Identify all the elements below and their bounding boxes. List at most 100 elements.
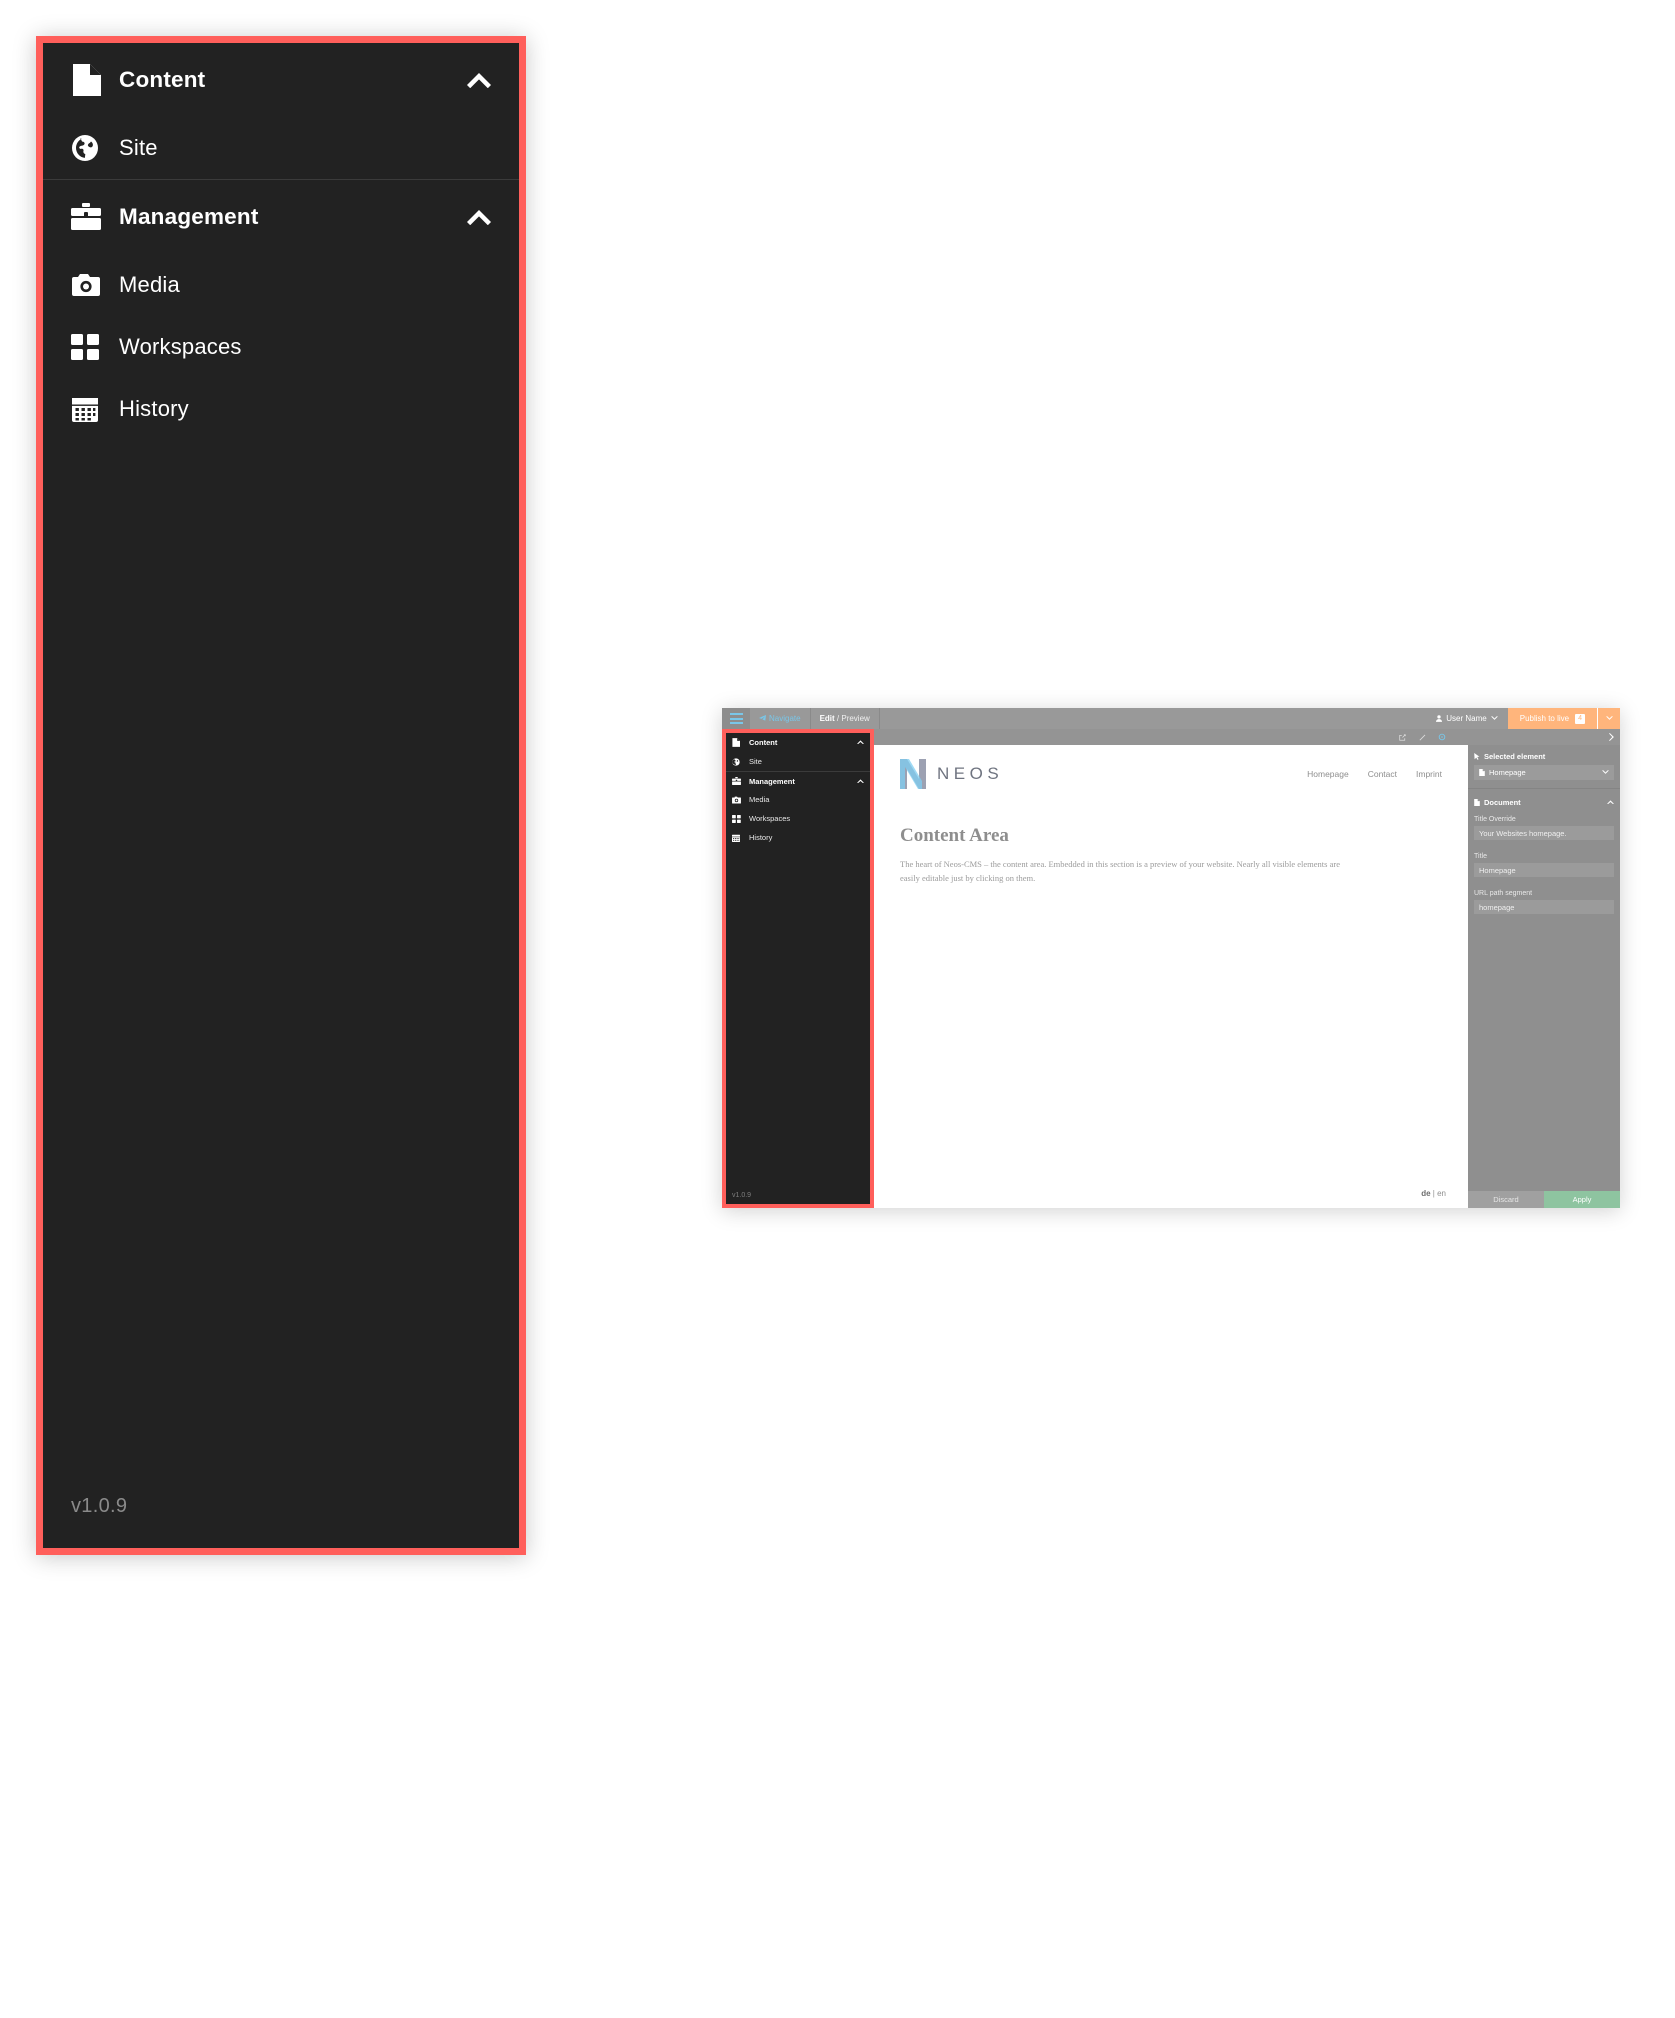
sidebar-item-site[interactable]: Site <box>43 117 519 179</box>
chevron-up-icon[interactable] <box>465 72 493 88</box>
mini-sidebar-empty-space <box>726 847 870 1192</box>
highlighted-sidebar-panel: Content Site Management Media Workspaces… <box>36 36 526 1555</box>
globe-icon <box>732 757 746 766</box>
neos-top-toolbar: Navigate Edit / Preview User Name Publis… <box>722 708 1620 729</box>
publish-to-live-button[interactable]: Publish to live 4 <box>1507 708 1597 729</box>
mini-sidebar-item-label: Media <box>749 795 770 804</box>
selected-element-dropdown[interactable]: Homepage <box>1474 765 1614 780</box>
cursor-icon <box>1474 753 1480 760</box>
document-icon <box>1479 769 1485 776</box>
mini-sidebar-header-label: Management <box>749 776 795 786</box>
mini-sidebar-item-workspaces[interactable]: Workspaces <box>726 809 870 828</box>
discard-button[interactable]: Discard <box>1468 1191 1544 1208</box>
publish-count-badge: 4 <box>1575 713 1585 724</box>
nav-item-imprint[interactable]: Imprint <box>1416 769 1442 779</box>
url-path-segment-label: URL path segment <box>1474 890 1533 897</box>
lang-de[interactable]: de <box>1421 1189 1430 1198</box>
chevron-up-icon[interactable] <box>855 778 865 784</box>
sidebar-header-management[interactable]: Management <box>43 180 519 254</box>
grid-icon <box>732 814 746 823</box>
navigate-label: Navigate <box>769 714 801 723</box>
mini-sidebar-item-site[interactable]: Site <box>726 752 870 771</box>
neos-left-sidebar-highlighted: Content Site Management Media Workspaces… <box>722 729 874 1208</box>
document-section-header[interactable]: Document <box>1468 791 1620 811</box>
inspector-spacer <box>1468 840 1620 848</box>
chevron-up-icon[interactable] <box>465 209 493 225</box>
sidebar-item-media[interactable]: Media <box>43 254 519 316</box>
inspector-footer: Discard Apply <box>1468 1191 1620 1208</box>
mini-sidebar-item-label: Workspaces <box>749 814 791 823</box>
calendar-icon <box>732 834 746 842</box>
chevron-down-icon <box>1602 770 1609 774</box>
mini-sidebar-header-management[interactable]: Management <box>726 771 870 790</box>
sidebar-header-content[interactable]: Content <box>43 43 519 117</box>
calendar-icon <box>71 395 111 423</box>
sidebar-item-label: Site <box>119 135 158 160</box>
content-paragraph[interactable]: The heart of Neos-CMS – the content area… <box>900 857 1355 885</box>
sidebar-item-history[interactable]: History <box>43 378 519 440</box>
title-override-label: Title Override <box>1474 816 1516 823</box>
mini-sidebar-item-history[interactable]: History <box>726 828 870 847</box>
document-section-label: Document <box>1484 798 1521 807</box>
site-nav: Homepage Contact Imprint <box>1307 769 1442 779</box>
title-input[interactable]: Homepage <box>1474 863 1614 877</box>
sidebar-item-label: Workspaces <box>119 334 242 359</box>
briefcase-icon <box>732 777 746 785</box>
sidebar-group-content: Content Site <box>43 43 519 179</box>
url-path-segment-input[interactable]: homepage <box>1474 900 1614 914</box>
lang-en[interactable]: en <box>1437 1189 1446 1198</box>
selected-element-header: Selected element <box>1468 745 1620 765</box>
globe-icon <box>71 134 111 162</box>
document-icon <box>71 64 111 96</box>
website-preview-area: NEOS Homepage Contact Imprint Content Ar… <box>874 745 1468 1208</box>
edit-pencil-icon[interactable] <box>1412 729 1432 745</box>
sidebar-item-workspaces[interactable]: Workspaces <box>43 316 519 378</box>
site-logo[interactable]: NEOS <box>900 759 1307 789</box>
site-body: Content Area The heart of Neos-CMS – the… <box>874 789 1468 885</box>
title-label: Title <box>1474 853 1487 860</box>
selected-element-value: Homepage <box>1489 768 1526 777</box>
nav-item-homepage[interactable]: Homepage <box>1307 769 1349 779</box>
content-heading[interactable]: Content Area <box>900 825 1442 847</box>
chevron-down-icon <box>1490 716 1498 720</box>
hamburger-icon[interactable] <box>722 708 750 729</box>
publish-dropdown-chevron-down-icon[interactable] <box>1597 708 1620 729</box>
publish-label: Publish to live <box>1519 714 1570 723</box>
mini-sidebar-version-label: v1.0.9 <box>732 1192 752 1199</box>
chevron-up-icon[interactable] <box>855 740 865 745</box>
selected-element-label: Selected element <box>1484 752 1546 761</box>
paper-plane-icon <box>759 715 766 721</box>
neos-logo-icon <box>900 759 926 789</box>
sidebar-header-label: Content <box>119 67 206 92</box>
sidebar-menu: Content Site Management Media Workspaces… <box>43 43 519 1548</box>
chevron-up-icon <box>1607 800 1614 804</box>
sidebar-version-label: v1.0.9 <box>71 1495 128 1517</box>
camera-icon <box>71 272 111 298</box>
sidebar-item-label: Media <box>119 272 180 297</box>
edit-label: Edit <box>819 714 835 723</box>
chevron-right-icon[interactable] <box>1602 729 1620 745</box>
title-override-input[interactable]: Your Websites homepage. <box>1474 826 1614 840</box>
mini-sidebar-item-label: Site <box>749 757 762 766</box>
sidebar-header-label: Management <box>119 204 259 229</box>
mini-sidebar-header-content[interactable]: Content <box>726 733 870 752</box>
gear-icon[interactable] <box>1432 729 1452 746</box>
user-icon <box>1436 715 1443 722</box>
screenshot-root: Content Site Management Media Workspaces… <box>0 0 1675 2018</box>
apply-button[interactable]: Apply <box>1544 1191 1620 1208</box>
user-menu[interactable]: User Name <box>1426 708 1507 729</box>
preview-label: Preview <box>841 714 870 723</box>
mini-sidebar-item-media[interactable]: Media <box>726 790 870 809</box>
navigate-button[interactable]: Navigate <box>750 708 810 729</box>
document-icon <box>732 738 746 747</box>
external-link-icon[interactable] <box>1392 729 1412 745</box>
document-icon <box>1474 799 1480 806</box>
user-name-label: User Name <box>1446 714 1487 723</box>
nav-item-contact[interactable]: Contact <box>1368 769 1397 779</box>
site-logo-text: NEOS <box>937 764 1004 783</box>
edit-preview-toggle[interactable]: Edit / Preview <box>809 708 880 729</box>
inspector-divider <box>1468 788 1620 789</box>
language-switcher: de | en <box>1421 1189 1446 1198</box>
briefcase-icon <box>71 203 111 231</box>
sidebar-item-label: History <box>119 396 189 421</box>
